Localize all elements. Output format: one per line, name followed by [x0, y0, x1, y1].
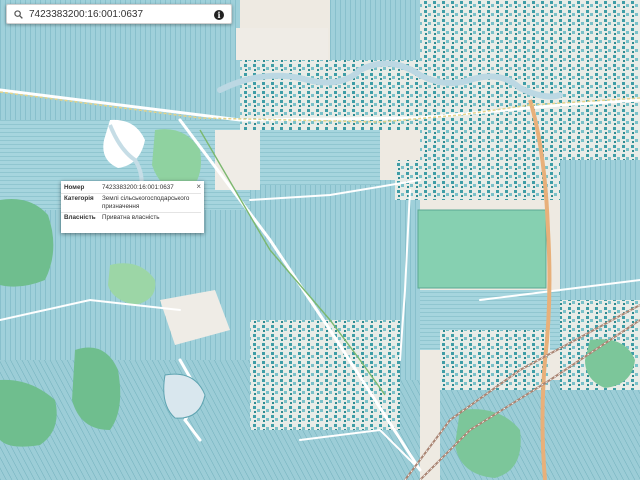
parcel-info-popup: × Номер 7423383200:16:001:0637 Категорія… — [61, 181, 204, 233]
table-row: Власність Приватна власність — [61, 212, 201, 223]
parcel-ownership-value: Приватна власність — [99, 212, 201, 223]
cadastral-map[interactable] — [0, 0, 640, 480]
parcel-category-value: Землі сільськогосподарського призначення — [99, 193, 201, 213]
parcel-ownership-label: Власність — [61, 212, 99, 223]
parcel-area[interactable] — [330, 0, 420, 60]
parcel-area[interactable] — [560, 160, 640, 300]
parcel-category-label: Категорія — [61, 193, 99, 213]
table-row: Номер 7423383200:16:001:0637 — [61, 183, 201, 194]
settlement-area — [440, 330, 550, 390]
table-row: Категорія Землі сільськогосподарського п… — [61, 193, 201, 213]
cadastral-search-bar[interactable]: i — [6, 4, 232, 24]
search-input[interactable] — [29, 6, 215, 22]
settlement-area — [250, 320, 400, 430]
info-icon[interactable]: i — [214, 10, 224, 20]
parcel-number-value: 7423383200:16:001:0637 — [102, 184, 174, 191]
green-area — [417, 209, 547, 289]
parcel-info-table: Номер 7423383200:16:001:0637 Категорія З… — [61, 183, 201, 223]
search-icon[interactable] — [14, 10, 23, 19]
settlement-area — [420, 0, 640, 160]
close-icon[interactable]: × — [196, 182, 201, 191]
parcel-number-label: Номер — [64, 184, 85, 191]
